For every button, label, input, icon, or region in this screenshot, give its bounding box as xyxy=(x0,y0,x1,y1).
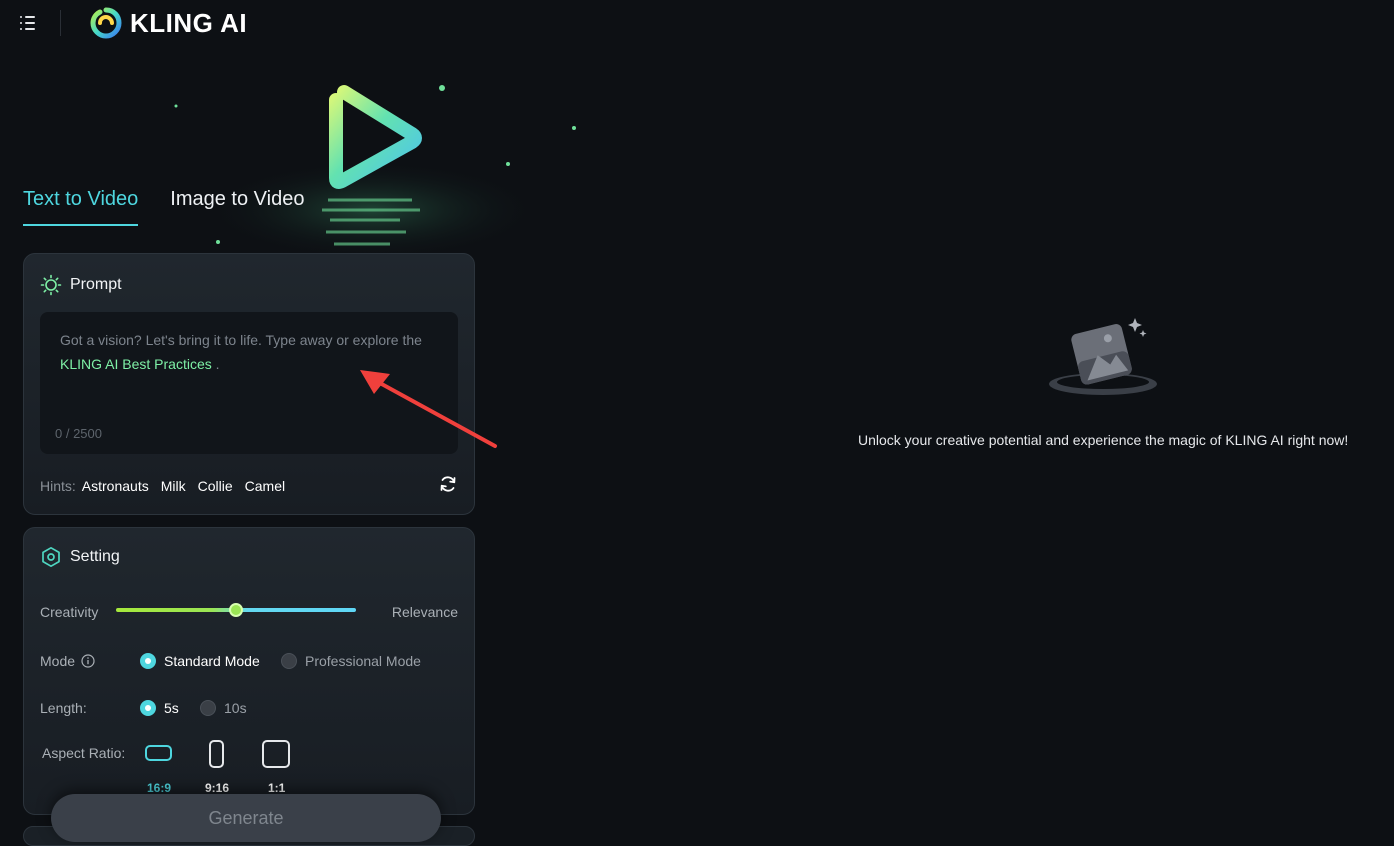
kling-logo-icon xyxy=(90,7,122,39)
empty-state-message: Unlock your creative potential and exper… xyxy=(858,432,1349,448)
hexagon-settings-icon xyxy=(42,546,60,568)
length-5s-label: 5s xyxy=(164,700,179,716)
aspect-9-16-option[interactable]: 9:16 xyxy=(205,740,229,795)
prompt-title: Prompt xyxy=(70,276,122,293)
hero-play-illustration xyxy=(174,85,576,260)
prompt-textarea[interactable]: Got a vision? Let's bring it to life. Ty… xyxy=(40,312,458,454)
mode-label-row: Mode xyxy=(40,653,95,669)
empty-image-illustration-icon xyxy=(1049,318,1157,395)
prompt-placeholder: Got a vision? Let's bring it to life. Ty… xyxy=(60,328,422,376)
character-counter: 0 / 2500 xyxy=(55,426,102,441)
landscape-ratio-icon xyxy=(145,745,172,761)
hints-row: Hints: Astronauts Milk Collie Camel xyxy=(40,478,285,494)
length-5s-radio[interactable]: 5s xyxy=(140,700,179,716)
professional-mode-radio[interactable]: Professional Mode xyxy=(281,653,421,669)
setting-header: Setting xyxy=(40,546,120,568)
aspect-9-16-label: 9:16 xyxy=(205,781,230,795)
creativity-relevance-slider[interactable] xyxy=(116,603,356,617)
length-10s-radio[interactable]: 10s xyxy=(200,700,247,716)
setting-title: Setting xyxy=(70,548,120,565)
radio-dot xyxy=(200,700,216,716)
standard-mode-radio[interactable]: Standard Mode xyxy=(140,653,260,669)
square-ratio-icon xyxy=(262,740,290,768)
placeholder-text: Got a vision? Let's bring it to life. Ty… xyxy=(60,332,422,348)
length-10s-label: 10s xyxy=(224,700,247,716)
tab-text-to-video[interactable]: Text to Video xyxy=(23,188,139,226)
aspect-16-9-label: 16:9 xyxy=(147,781,172,795)
hint-astronauts[interactable]: Astronauts xyxy=(82,478,149,494)
radio-dot xyxy=(140,653,156,669)
header-divider xyxy=(60,10,61,36)
sun-icon xyxy=(40,274,62,296)
mode-label: Mode xyxy=(40,653,76,669)
portrait-ratio-icon xyxy=(209,740,224,768)
prompt-card: Prompt Got a vision? Let's bring it to l… xyxy=(23,253,475,515)
top-bar: KLING AI xyxy=(0,0,1394,46)
hint-collie[interactable]: Collie xyxy=(198,478,233,494)
professional-mode-label: Professional Mode xyxy=(305,653,421,669)
aspect-ratio-label: Aspect Ratio: xyxy=(42,745,126,761)
prompt-header: Prompt xyxy=(40,274,122,296)
aspect-1-1-option[interactable]: 1:1 xyxy=(262,740,290,795)
menu-icon[interactable] xyxy=(16,13,36,33)
relevance-label: Relevance xyxy=(391,604,458,620)
placeholder-suffix: . xyxy=(215,356,220,372)
length-label: Length: xyxy=(40,700,87,716)
standard-mode-label: Standard Mode xyxy=(164,653,260,669)
hint-milk[interactable]: Milk xyxy=(161,478,186,494)
hints-label: Hints: xyxy=(40,478,76,494)
refresh-hints-icon[interactable] xyxy=(438,474,458,494)
info-icon[interactable] xyxy=(81,654,95,668)
slider-thumb[interactable] xyxy=(229,603,243,617)
creativity-label: Creativity xyxy=(40,604,99,620)
radio-dot xyxy=(281,653,297,669)
hint-camel[interactable]: Camel xyxy=(245,478,285,494)
aspect-16-9-option[interactable]: 16:9 xyxy=(145,745,172,795)
generate-button[interactable]: Generate xyxy=(51,794,441,842)
tab-image-to-video[interactable]: Image to Video xyxy=(170,188,304,226)
aspect-1-1-label: 1:1 xyxy=(268,781,286,795)
setting-card: Setting Creativity Relevance Mode Standa… xyxy=(23,527,475,815)
logo[interactable]: KLING AI xyxy=(90,7,247,39)
logo-text: KLING AI xyxy=(130,7,248,38)
radio-dot xyxy=(140,700,156,716)
mode-tabs: Text to Video Image to Video xyxy=(23,188,304,226)
best-practices-link[interactable]: KLING AI Best Practices xyxy=(60,356,212,372)
